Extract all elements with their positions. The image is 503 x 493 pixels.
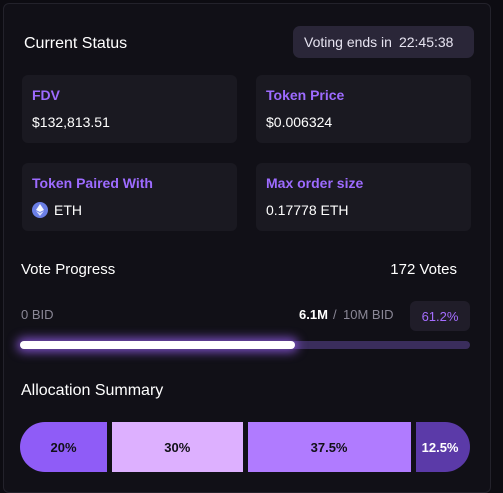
- token-paired-card: Token Paired With ETH: [22, 163, 237, 231]
- bid-min-label: 0 BID: [21, 307, 54, 322]
- ethereum-icon: [32, 202, 48, 218]
- allocation-segment: 20%: [20, 422, 107, 472]
- vote-progress-fill: [20, 341, 296, 349]
- bid-current: 6.1M: [299, 307, 328, 322]
- max-order-card: Max order size 0.17778 ETH: [256, 163, 471, 231]
- fdv-label: FDV: [32, 87, 60, 103]
- vote-progress-title: Vote Progress: [21, 261, 116, 278]
- bid-separator: /: [333, 307, 337, 322]
- token-paired-symbol: ETH: [54, 202, 82, 218]
- allocation-title: Allocation Summary: [21, 382, 164, 399]
- token-paired-value: ETH: [32, 202, 82, 218]
- voting-label: Voting ends in: [304, 34, 392, 50]
- status-panel: Current Status Voting ends in 22:45:38 F…: [3, 3, 491, 493]
- voting-time: 22:45:38: [398, 34, 454, 50]
- allocation-bar: 20% 30% 37.5% 12.5%: [20, 422, 470, 472]
- allocation-segment: 37.5%: [247, 422, 411, 472]
- allocation-segment-label: 20%: [50, 439, 77, 455]
- page-title: Current Status: [24, 35, 128, 52]
- allocation-segment-label: 12.5%: [421, 439, 459, 455]
- allocation-segment: 30%: [112, 422, 243, 472]
- progress-percent-badge: 61.2%: [410, 301, 470, 331]
- max-order-label: Max order size: [266, 175, 364, 191]
- token-paired-label: Token Paired With: [32, 175, 153, 191]
- token-price-value: $0.006324: [266, 114, 333, 130]
- max-order-value: 0.17778 ETH: [266, 202, 349, 218]
- token-price-label: Token Price: [266, 87, 345, 103]
- token-price-card: Token Price $0.006324: [256, 75, 471, 143]
- vote-count: 172 Votes: [390, 261, 457, 278]
- allocation-segment: 12.5%: [415, 422, 470, 472]
- allocation-segment-label: 37.5%: [310, 439, 348, 455]
- vote-progress-bar: [20, 341, 470, 349]
- fdv-value: $132,813.51: [32, 114, 110, 130]
- bid-max-label: 10M BID: [343, 307, 394, 322]
- allocation-segment-label: 30%: [164, 439, 191, 455]
- voting-countdown: Voting ends in 22:45:38: [293, 26, 474, 58]
- fdv-card: FDV $132,813.51: [22, 75, 237, 143]
